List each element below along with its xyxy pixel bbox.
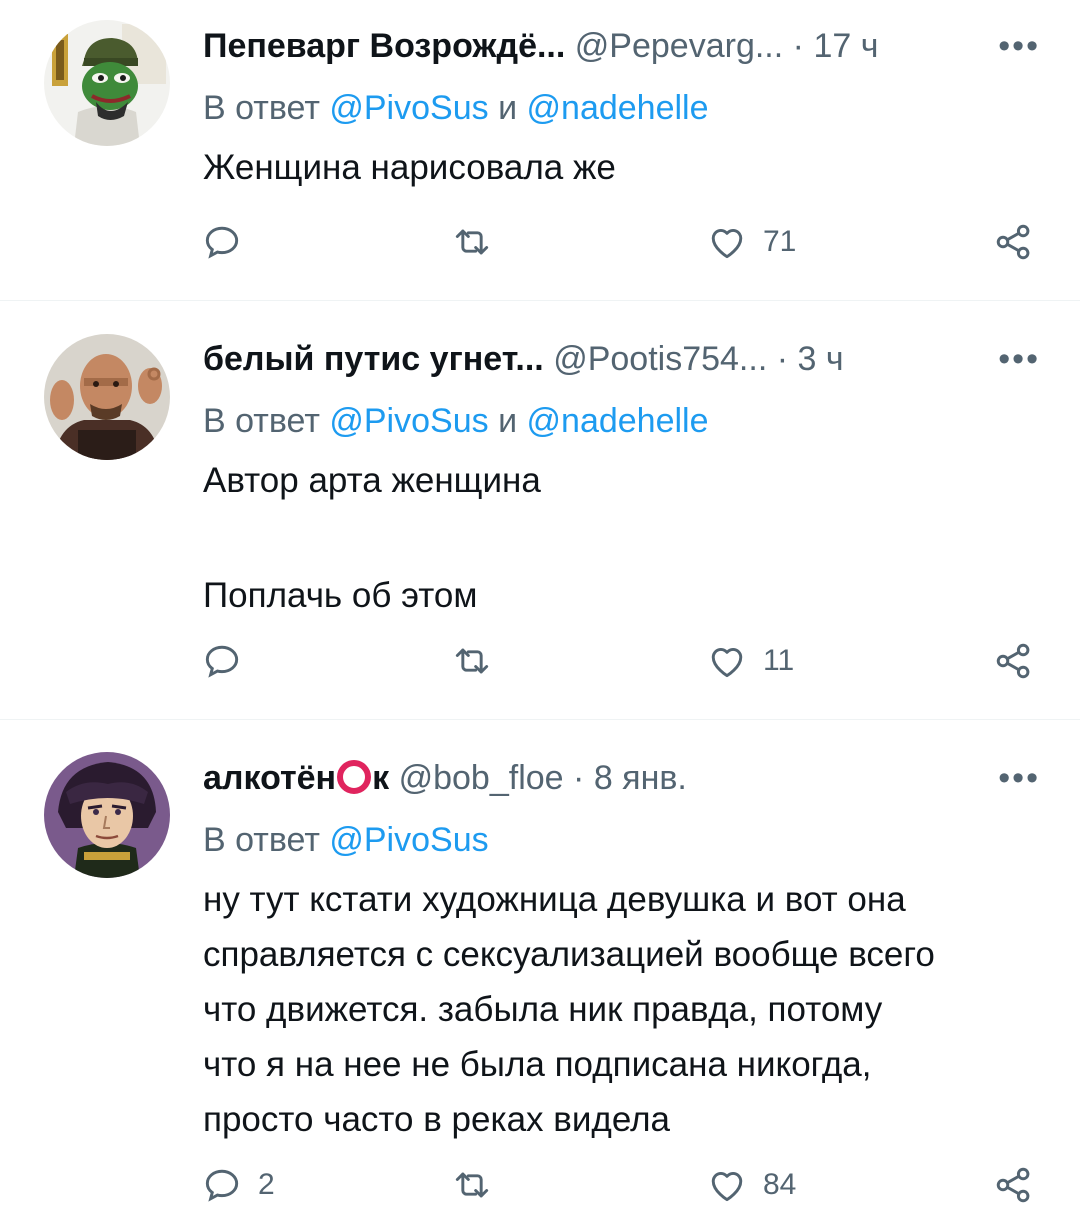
reply-context: В ответ @PivoSus и @nadehelle [203,395,1040,447]
like-count: 11 [763,644,795,677]
tweet-text-line: что движется. забыла ник правда, потому [203,990,883,1029]
display-name[interactable]: белый путис угнет... [203,340,544,378]
tweet-text-line: ну тут кстати художница девушка и вот он… [203,880,906,919]
reply-bubble-icon [205,645,239,678]
like-button[interactable]: 11 [705,631,794,691]
display-name-part: алкотён [203,759,337,797]
share-icon [996,643,1030,679]
tweet-text-line: Автор арта женщина [203,461,541,500]
separator-dot: · [792,27,804,65]
like-count: 71 [763,225,797,258]
tweet-text: Автор арта женщина Поплачь об этом [203,453,1040,623]
retweet-button[interactable] [450,212,508,272]
mention-link[interactable]: @PivoSus [329,89,488,127]
display-name[interactable]: Пепеварг Возрождё... [203,27,565,65]
user-handle[interactable]: @bob_floe [399,759,564,797]
reply-prefix: В ответ [203,402,320,440]
more-options-icon[interactable]: ••• [998,333,1040,385]
timestamp[interactable]: 17 ч [813,27,878,65]
reply-count: 2 [258,1168,275,1201]
separator-dot: · [573,759,585,797]
reply-prefix: В ответ [203,821,320,859]
tweet-2[interactable]: белый путис угнет... @Pootis754... · 3 ч… [0,301,1080,719]
retweet-button[interactable] [450,1155,508,1215]
user-handle[interactable]: @Pepevarg... [575,27,783,65]
heart-icon [711,647,743,678]
tweet-text-line [203,508,1040,568]
tweet-header: Пепеварг Возрождё... @Pepevarg... · 17 ч… [203,20,1040,72]
tweet-text-line: что я на нее не была подписана никогда, [203,1045,872,1084]
display-name-part: к [372,759,390,797]
tweet-3[interactable]: алкотён к @bob_floe · 8 янв. ••• В ответ … [0,720,1080,1223]
heart-icon [711,1171,743,1202]
more-options-icon[interactable]: ••• [998,20,1040,72]
reply-context: В ответ @PivoSus и @nadehelle [203,82,1040,134]
share-button[interactable] [992,1155,1036,1215]
like-button[interactable]: 71 [705,212,796,272]
tweet-text-line: справляется с сексуализацией вообще всег… [203,935,935,974]
avatar-anime[interactable] [44,752,170,878]
mention-joiner: и [498,89,518,127]
reply-context: В ответ @PivoSus [203,814,1040,866]
tweet-actions: 2 84 [200,1155,1040,1215]
tweet-header: алкотён к @bob_floe · 8 янв. ••• [203,752,1040,804]
tweet-actions: 11 [200,631,1040,691]
mention-joiner: и [498,402,518,440]
separator-dot: · [776,340,789,378]
reply-bubble-icon [205,226,239,259]
share-button[interactable] [992,631,1036,691]
mention-link[interactable]: @PivoSus [329,821,488,859]
retweet-button[interactable] [450,631,508,691]
timestamp[interactable]: 3 ч [798,340,844,378]
retweet-icon [455,229,489,255]
tweet-text-line: Женщина нарисовала же [203,148,616,187]
share-icon [996,1167,1030,1203]
more-options-icon[interactable]: ••• [998,752,1040,804]
tweet-1[interactable]: Пепеварг Возрождё... @Pepevarg... · 17 ч… [0,0,1080,300]
share-icon [996,224,1030,260]
reply-bubble-icon [205,1169,239,1202]
display-name[interactable]: алкотён к [203,759,389,797]
mention-link[interactable]: @nadehelle [527,402,709,440]
timestamp[interactable]: 8 янв. [594,759,687,797]
tweet-text: ну тут кстати художница девушка и вот он… [203,872,1040,1147]
user-handle[interactable]: @Pootis754... [553,340,767,378]
tweet-text-line: просто часто в реках видела [203,1100,671,1139]
avatar-heavy[interactable] [44,334,170,460]
reply-button[interactable] [200,631,258,691]
mention-link[interactable]: @PivoSus [329,402,488,440]
avatar-pepe[interactable] [44,20,170,146]
retweet-icon [455,648,489,674]
heart-icon [711,228,743,259]
share-button[interactable] [992,212,1036,272]
reply-button[interactable]: 2 [200,1155,275,1215]
reply-button[interactable] [200,212,258,272]
like-count: 84 [763,1168,797,1201]
tweet-text: Женщина нарисовала же [203,140,1040,195]
red-circle-emoji-icon [337,760,372,794]
reply-prefix: В ответ [203,89,320,127]
tweet-actions: 71 [200,212,1040,272]
like-button[interactable]: 84 [705,1155,796,1215]
tweet-header: белый путис угнет... @Pootis754... · 3 ч… [203,333,1040,385]
retweet-icon [455,1172,489,1198]
tweet-text-line: Поплачь об этом [203,576,478,615]
mention-link[interactable]: @nadehelle [527,89,709,127]
